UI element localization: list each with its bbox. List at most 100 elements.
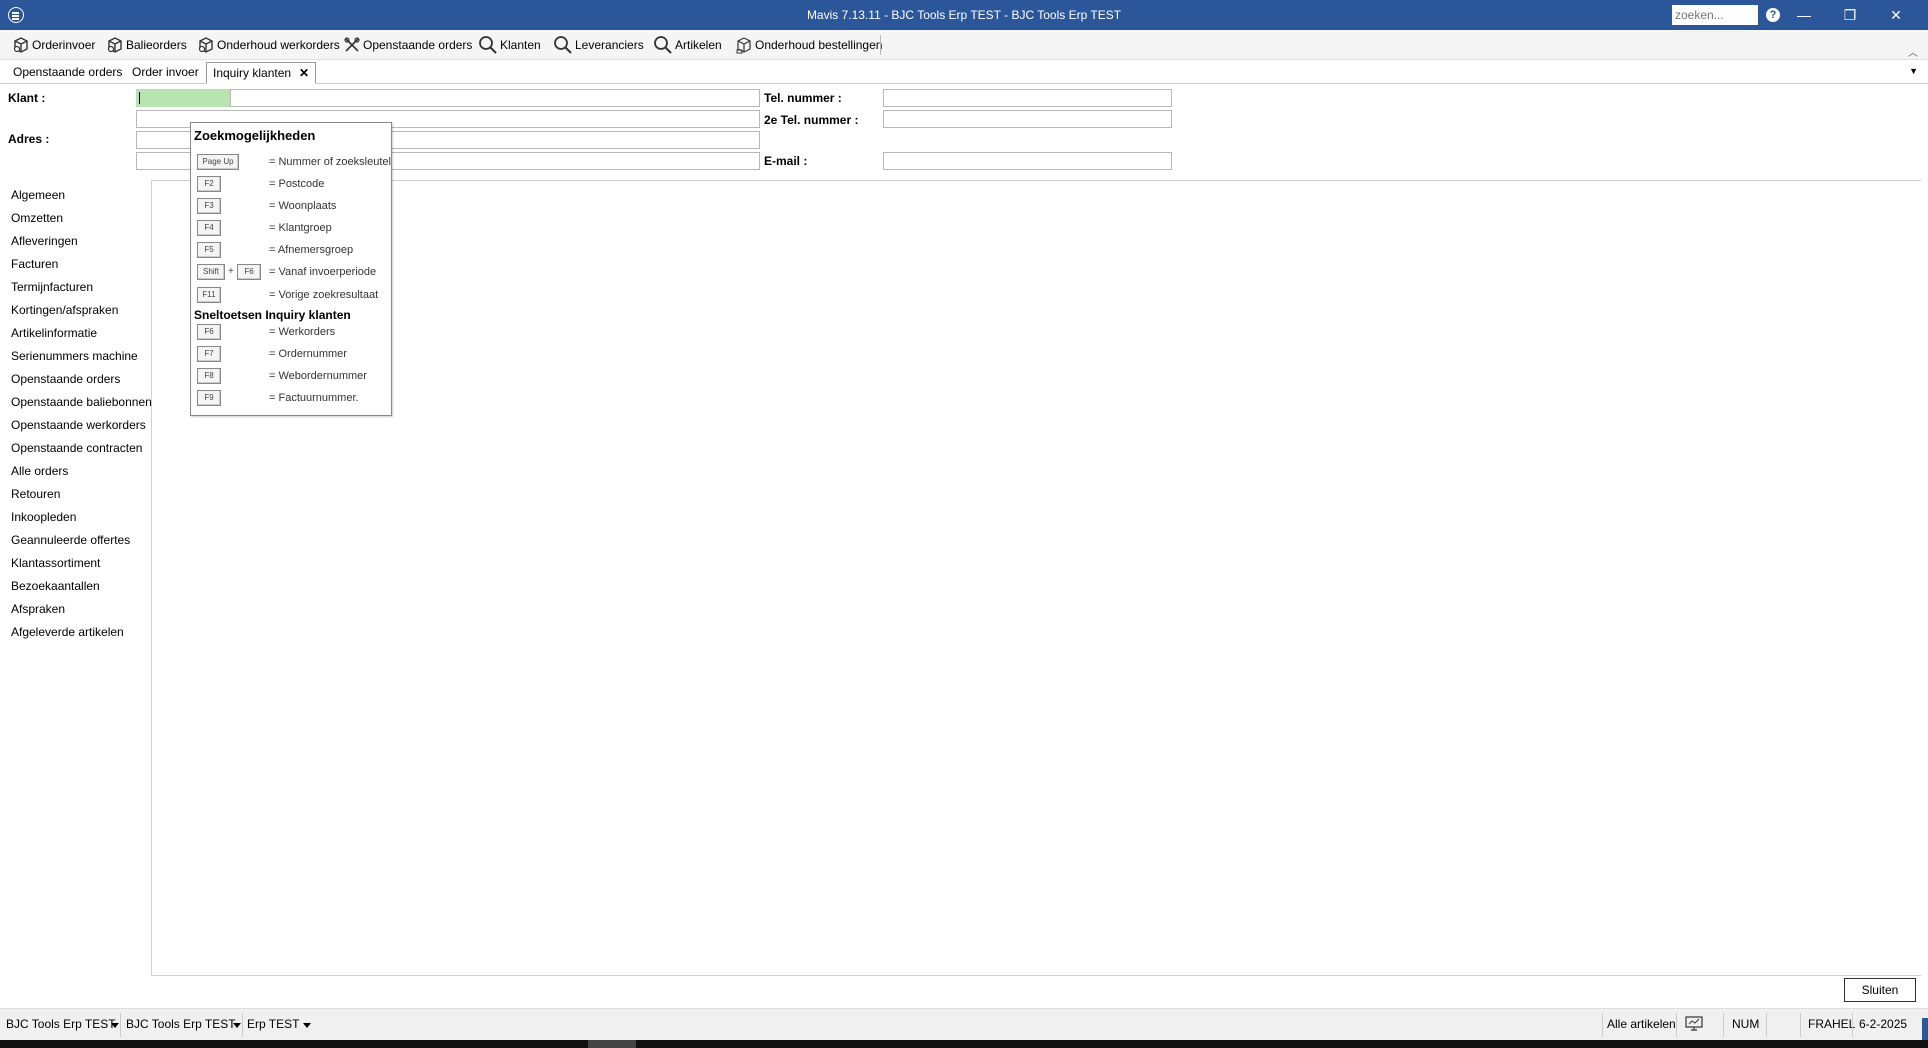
article-filter[interactable]: Alle artikelen bbox=[1607, 1017, 1676, 1031]
popup-heading-shortcuts: Sneltoetsen Inquiry klanten bbox=[194, 308, 351, 322]
adres-label: Adres : bbox=[8, 132, 50, 146]
nav-item-alle-orders[interactable]: Alle orders bbox=[11, 464, 68, 478]
tab-order-invoer[interactable]: Order invoer bbox=[126, 62, 205, 84]
search-options-popup: Zoekmogelijkheden Page Up = Nummer of zo… bbox=[190, 122, 392, 416]
company-selector[interactable]: BJC Tools Erp TEST bbox=[6, 1017, 116, 1031]
nav-item-kortingen[interactable]: Kortingen/afspraken bbox=[11, 303, 118, 317]
toolbar-balieorders-button[interactable]: Balieorders bbox=[106, 35, 187, 55]
key-page-up: Page Up bbox=[197, 154, 239, 170]
key-description: = Woonplaats bbox=[269, 200, 337, 212]
key-f5: F5 bbox=[197, 242, 221, 258]
help-icon[interactable]: ? bbox=[1766, 8, 1780, 22]
key-f9: F9 bbox=[197, 390, 221, 406]
environment-selector[interactable]: Erp TEST bbox=[247, 1017, 299, 1031]
toolbar-item-label: Balieorders bbox=[126, 38, 187, 52]
nav-item-geannuleerde-offertes[interactable]: Geannuleerde offertes bbox=[11, 533, 130, 547]
email-field[interactable] bbox=[883, 152, 1172, 170]
toolbar-leveranciers-button[interactable]: Leveranciers bbox=[553, 35, 644, 55]
nav-item-inkoopleden[interactable]: Inkoopleden bbox=[11, 510, 76, 524]
popup-heading-search: Zoekmogelijkheden bbox=[194, 128, 316, 143]
nav-item-serienummers[interactable]: Serienummers machine bbox=[11, 349, 138, 363]
key-f7: F7 bbox=[197, 346, 221, 362]
key-f3: F3 bbox=[197, 198, 221, 214]
nav-item-openstaande-baliebonnen[interactable]: Openstaande baliebonnen bbox=[11, 395, 152, 409]
key-f2: F2 bbox=[197, 176, 221, 192]
chevron-down-icon[interactable] bbox=[233, 1023, 241, 1028]
nav-item-afleveringen[interactable]: Afleveringen bbox=[11, 234, 78, 248]
tab-list-dropdown-icon[interactable]: ▼ bbox=[1909, 66, 1918, 76]
toolbar-onderhoud-bestellingen-button[interactable]: Onderhoud bestellingen bbox=[735, 35, 882, 55]
user-indicator: FRAHEL bbox=[1808, 1017, 1856, 1031]
key-description: = Vanaf invoerperiode bbox=[269, 266, 377, 278]
counter-orders-icon bbox=[107, 37, 122, 53]
restore-button[interactable]: ❐ bbox=[1838, 5, 1862, 25]
num-lock-indicator: NUM bbox=[1732, 1017, 1760, 1031]
nav-item-bezoekaantallen[interactable]: Bezoekaantallen bbox=[11, 579, 100, 593]
nav-item-algemeen[interactable]: Algemeen bbox=[11, 188, 65, 202]
nav-item-facturen[interactable]: Facturen bbox=[11, 257, 58, 271]
nav-item-openstaande-orders[interactable]: Openstaande orders bbox=[11, 372, 120, 386]
toolbar-collapse-icon[interactable]: ︿ bbox=[1908, 44, 1918, 59]
status-separator bbox=[1723, 1013, 1724, 1037]
tab-label: Order invoer bbox=[132, 65, 199, 79]
key-f6: F6 bbox=[197, 324, 221, 340]
key-description: = Factuurnummer. bbox=[269, 392, 359, 404]
status-bar: BJC Tools Erp TEST BJC Tools Erp TEST Er… bbox=[0, 1008, 1928, 1040]
toolbar-item-label: Openstaande orders bbox=[363, 38, 473, 52]
nav-item-klantassortiment[interactable]: Klantassortiment bbox=[11, 556, 100, 570]
toolbar-artikelen-button[interactable]: Artikelen bbox=[653, 35, 722, 55]
status-separator bbox=[1766, 1013, 1767, 1037]
minimize-button[interactable]: — bbox=[1792, 5, 1816, 25]
nav-item-artikelinformatie[interactable]: Artikelinformatie bbox=[11, 326, 97, 340]
nav-item-afspraken[interactable]: Afspraken bbox=[11, 602, 65, 616]
search-icon bbox=[479, 36, 497, 54]
tel-nummer-field[interactable] bbox=[883, 89, 1172, 107]
toolbar-separator bbox=[880, 35, 881, 55]
toolbar-item-label: Onderhoud werkorders bbox=[217, 38, 340, 52]
tab-openstaande-orders[interactable]: Openstaande orders bbox=[7, 62, 128, 84]
close-button[interactable]: ✕ bbox=[1884, 5, 1908, 25]
key-shift: Shift bbox=[197, 264, 225, 280]
key-f6: F6 bbox=[237, 264, 261, 280]
toolbar-orderinvoer-button[interactable]: Orderinvoer bbox=[12, 35, 95, 55]
status-separator bbox=[1852, 1013, 1853, 1037]
tab-label: Inquiry klanten bbox=[213, 66, 292, 80]
monitor-icon[interactable] bbox=[1685, 1016, 1703, 1035]
tab-close-icon[interactable]: ✕ bbox=[299, 66, 309, 80]
nav-item-retouren[interactable]: Retouren bbox=[11, 487, 60, 501]
taskbar-item[interactable] bbox=[588, 1040, 636, 1048]
global-search-input[interactable] bbox=[1672, 5, 1758, 25]
tel2-nummer-field[interactable] bbox=[883, 110, 1172, 128]
date-indicator: 6-2-2025 bbox=[1859, 1017, 1908, 1031]
administration-selector[interactable]: BJC Tools Erp TEST bbox=[126, 1017, 236, 1031]
key-description: = Afnemersgroep bbox=[269, 244, 354, 256]
key-f11: F11 bbox=[197, 287, 221, 303]
toolbar-openstaande-orders-button[interactable]: Openstaande orders bbox=[343, 35, 472, 55]
nav-item-termijnfacturen[interactable]: Termijnfacturen bbox=[11, 280, 93, 294]
tab-label: Openstaande orders bbox=[13, 65, 123, 79]
nav-item-afgeleverde-artikelen[interactable]: Afgeleverde artikelen bbox=[11, 625, 124, 639]
content-panel bbox=[151, 180, 1921, 976]
status-separator bbox=[1602, 1013, 1603, 1037]
chevron-down-icon[interactable] bbox=[303, 1023, 311, 1028]
nav-item-openstaande-werkorders[interactable]: Openstaande werkorders bbox=[11, 418, 146, 432]
chevron-down-icon[interactable] bbox=[111, 1023, 119, 1028]
search-icon bbox=[554, 36, 572, 54]
toolbar-onderhoud-werkorders-button[interactable]: Onderhoud werkorders bbox=[197, 35, 340, 55]
klant-name-field[interactable] bbox=[230, 89, 760, 107]
nav-item-openstaande-contracten[interactable]: Openstaande contracten bbox=[11, 441, 142, 455]
key-plus: + bbox=[228, 266, 234, 277]
key-description: = Werkorders bbox=[269, 326, 336, 338]
nav-item-omzetten[interactable]: Omzetten bbox=[11, 211, 63, 225]
email-label: E-mail : bbox=[764, 154, 808, 168]
toolbar-item-label: Klanten bbox=[500, 38, 541, 52]
toolbar-klanten-button[interactable]: Klanten bbox=[478, 35, 541, 55]
sluiten-button[interactable]: Sluiten bbox=[1844, 978, 1916, 1002]
tab-inquiry-klanten[interactable]: Inquiry klanten ✕ bbox=[206, 62, 317, 84]
tab-bar: Openstaande orders Order invoer Inquiry … bbox=[0, 60, 1928, 84]
klant-number-input[interactable] bbox=[136, 89, 230, 107]
toolbar-item-label: Leveranciers bbox=[575, 38, 644, 52]
toolbar-item-label: Artikelen bbox=[675, 38, 722, 52]
key-f4: F4 bbox=[197, 220, 221, 236]
purchase-orders-icon bbox=[736, 37, 751, 54]
